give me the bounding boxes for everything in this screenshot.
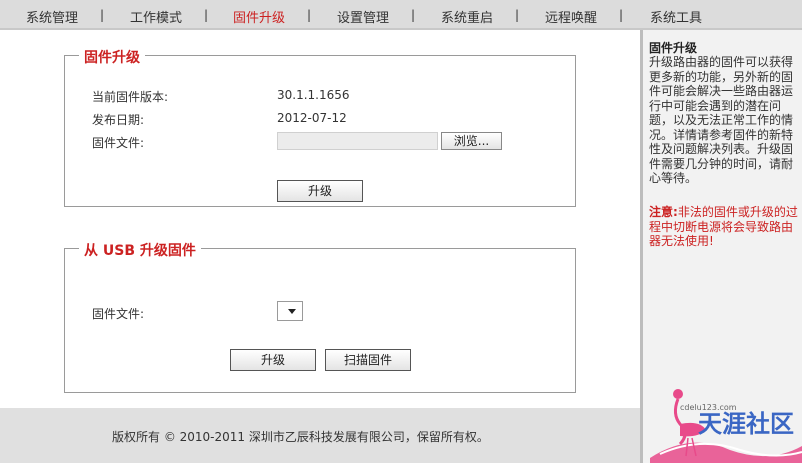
nav-item-system-restart[interactable]: 系统重启 [441, 7, 493, 26]
upgrade-button[interactable]: 升级 [277, 180, 363, 202]
scan-firmware-button[interactable]: 扫描固件 [325, 349, 411, 371]
chevron-down-icon [288, 309, 296, 314]
nav-item-system-tools[interactable]: 系统工具 [650, 7, 702, 26]
current-version-value: 30.1.1.1656 [277, 88, 350, 102]
usb-upgrade-button[interactable]: 升级 [230, 349, 316, 371]
nav-separator: | [204, 8, 209, 22]
firmware-file-label: 固件文件: [92, 136, 145, 150]
current-version-label: 当前固件版本: [92, 90, 169, 104]
nav-item-settings-management[interactable]: 设置管理 [337, 7, 389, 26]
nav-item-firmware-upgrade[interactable]: 固件升级 [233, 7, 285, 26]
usb-upgrade-panel: 从 USB 升级固件 固件文件: 升级 扫描固件 [64, 240, 576, 393]
browse-button[interactable]: 浏览... [441, 132, 502, 150]
help-title: 固件升级 [649, 41, 698, 55]
nav-separator: | [515, 8, 520, 22]
nav-item-system-management[interactable]: 系统管理 [26, 7, 78, 26]
usb-firmware-select[interactable] [277, 301, 303, 321]
usb-firmware-file-label: 固件文件: [92, 307, 145, 321]
watermark-logo: cdelu123.com 天涯社区 [650, 389, 802, 463]
nav-separator: | [100, 8, 105, 22]
nav-item-remote-wake[interactable]: 远程唤醒 [545, 7, 597, 26]
footer: 版权所有 © 2010-2011 深圳市乙辰科技发展有限公司，保留所有权。 [0, 408, 640, 463]
help-warning: 注意:非法的固件或升级的过程中切断电源将会导致路由器无法使用! [649, 205, 799, 249]
usb-upgrade-title: 从 USB 升级固件 [79, 240, 201, 260]
nav-separator: | [619, 8, 624, 22]
warning-prefix: 注意: [649, 205, 678, 219]
main-content: 固件升级 当前固件版本: 30.1.1.1656 发布日期: 2012-07-1… [0, 30, 640, 408]
nav-separator: | [307, 8, 312, 22]
release-date-value: 2012-07-12 [277, 111, 347, 125]
nav-separator: | [411, 8, 416, 22]
firmware-upgrade-title: 固件升级 [79, 47, 145, 67]
top-nav: 系统管理 | 工作模式 | 固件升级 | 设置管理 | 系统重启 | 远程唤醒 … [0, 0, 802, 30]
firmware-file-input[interactable] [277, 132, 438, 150]
firmware-upgrade-panel: 固件升级 当前固件版本: 30.1.1.1656 发布日期: 2012-07-1… [64, 47, 576, 207]
copyright-text: 版权所有 © 2010-2011 深圳市乙辰科技发展有限公司，保留所有权。 [112, 430, 489, 444]
watermark-name: 天涯社区 [698, 410, 794, 438]
release-date-label: 发布日期: [92, 113, 145, 127]
nav-item-work-mode[interactable]: 工作模式 [130, 7, 182, 26]
help-body: 升级路由器的固件可以获得更多新的功能，另外新的固件可能会解决一些路由器运行中可能… [649, 55, 794, 185]
